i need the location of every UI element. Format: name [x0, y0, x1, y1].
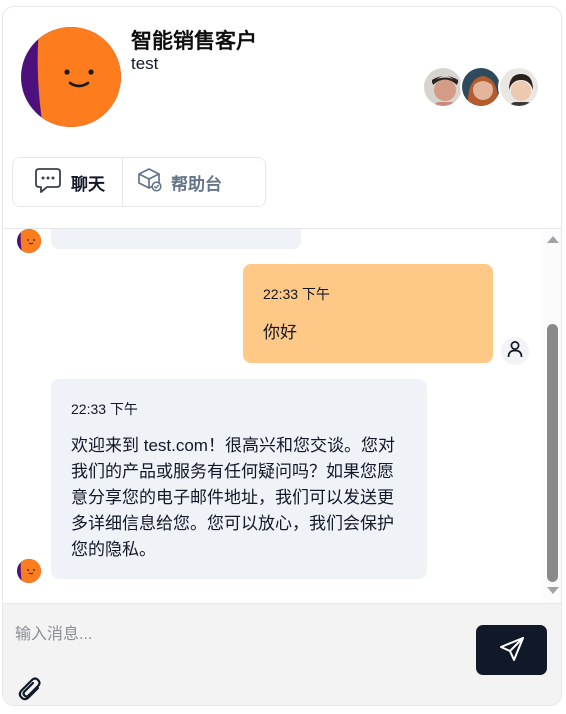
chat-title: 智能销售客户 — [131, 30, 257, 53]
bot-mini-avatar — [17, 559, 41, 583]
previous-bot-message — [51, 229, 301, 249]
scroll-thumb[interactable] — [547, 324, 558, 582]
message-time: 22:33 下午 — [263, 286, 330, 302]
scrollbar[interactable] — [543, 229, 561, 603]
tab-chat[interactable]: 聊天 — [13, 158, 123, 206]
scroll-down-arrow-icon[interactable] — [547, 587, 559, 594]
message-composer — [3, 603, 561, 705]
message-input[interactable] — [15, 618, 465, 652]
paperclip-icon[interactable] — [16, 674, 46, 704]
send-button[interactable] — [476, 625, 547, 675]
scroll-up-arrow-icon[interactable] — [547, 236, 559, 243]
tab-chat-label: 聊天 — [71, 174, 105, 194]
user-icon — [505, 339, 525, 364]
tab-helpdesk-label: 帮助台 — [171, 174, 222, 194]
tab-bar: 聊天 帮助台 — [12, 157, 266, 207]
chat-bubble-icon — [33, 165, 63, 200]
message-list[interactable]: 22:33 下午 你好 22:33 下午 欢迎来到 test.com！很高兴和您… — [3, 229, 561, 603]
user-message: 22:33 下午 你好 — [243, 264, 493, 363]
chat-widget: 智能销售客户 test 聊天 帮助台 22:33 下午 你好 22:33 下午 … — [2, 6, 562, 706]
send-icon — [498, 635, 526, 666]
bot-message: 22:33 下午 欢迎来到 test.com！很高兴和您交谈。您对我们的产品或服… — [51, 379, 427, 579]
agent-avatar — [460, 66, 502, 108]
helpdesk-box-icon — [137, 167, 163, 198]
bot-mini-avatar — [17, 229, 41, 253]
bot-avatar — [21, 27, 121, 127]
message-text: 欢迎来到 test.com！很高兴和您交谈。您对我们的产品或服务有任何疑问吗？如… — [71, 436, 395, 559]
agent-avatar — [498, 66, 540, 108]
message-time: 22:33 下午 — [71, 401, 138, 417]
message-text: 你好 — [263, 323, 297, 342]
user-avatar — [501, 337, 529, 365]
chat-header: 智能销售客户 test 聊天 帮助台 — [3, 7, 561, 229]
tab-helpdesk[interactable]: 帮助台 — [123, 158, 263, 206]
agent-avatars — [422, 66, 542, 110]
chat-subtitle: test — [131, 54, 159, 73]
agent-avatar — [422, 66, 464, 108]
